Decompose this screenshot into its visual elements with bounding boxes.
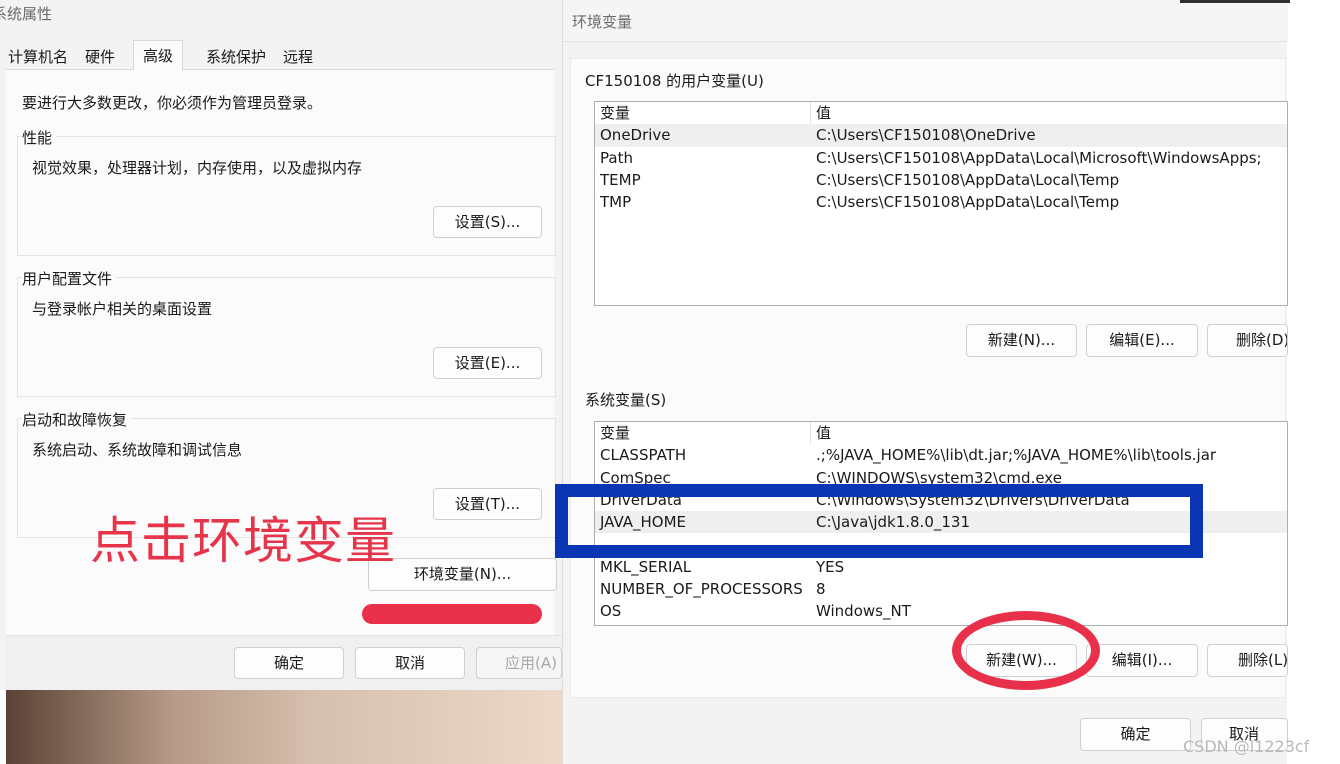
tab-remote[interactable]: 远程 (281, 44, 315, 70)
ok-button[interactable]: 确定 (234, 647, 344, 679)
dialog-title: 系统属性 (0, 5, 53, 23)
background-window-edge (1180, 0, 1290, 3)
variable-value: .;%JAVA_HOME%\lib\dt.jar;%JAVA_HOME%\lib… (816, 446, 1217, 465)
tab-computer-name[interactable]: 计算机名 (6, 44, 70, 70)
apply-button[interactable]: 应用(A) (476, 647, 562, 679)
system-variables-label: 系统变量(S) (585, 391, 667, 409)
list-row[interactable]: TEMP C:\Users\CF150108\AppData\Local\Tem… (595, 169, 1287, 191)
variable-value: YES (816, 557, 845, 576)
list-row[interactable]: NUMBER_OF_PROCESSORS 8 (595, 578, 1287, 600)
variable-name: MKL_SERIAL (600, 557, 692, 576)
user-profiles-settings-button[interactable]: 设置(E)... (433, 347, 542, 379)
variable-value: Windows_NT (816, 602, 911, 621)
variable-value: C:\Users\CF150108\AppData\Local\Temp (816, 170, 1120, 189)
column-header-value[interactable]: 值 (816, 422, 831, 444)
performance-group (17, 136, 556, 256)
startup-recovery-settings-button[interactable]: 设置(T)... (433, 488, 542, 520)
user-profiles-group (17, 277, 556, 397)
system-edit-button[interactable]: 编辑(I)... (1086, 644, 1198, 677)
variable-name: TEMP (600, 170, 641, 189)
variable-name: NUMBER_OF_PROCESSORS (600, 580, 803, 599)
column-header-variable[interactable]: 变量 (600, 422, 630, 444)
performance-group-title: 性能 (22, 127, 57, 148)
list-row[interactable]: MKL_SERIAL YES (595, 556, 1287, 578)
variable-value: C:\Users\CF150108\OneDrive (816, 126, 1036, 145)
user-variables-label: CF150108 的用户变量(U) (585, 72, 764, 90)
env-ok-button[interactable]: 确定 (1080, 718, 1191, 751)
variable-value: 8 (816, 580, 826, 599)
performance-settings-button[interactable]: 设置(S)... (433, 206, 542, 238)
instruction-annotation: 点击环境变量 (90, 512, 396, 570)
tab-strip: 计算机名 硬件 高级 系统保护 远程 (6, 40, 554, 71)
system-properties-dialog: 系统属性 计算机名 硬件 高级 系统保护 远程 要进行大多数更改，你必须作为管理… (0, 0, 562, 690)
list-row[interactable]: OS Windows_NT (595, 600, 1287, 622)
circle-marker (952, 611, 1100, 690)
column-header-value[interactable]: 值 (816, 102, 831, 124)
dialog-title: 环境变量 (572, 13, 633, 31)
tab-advanced[interactable]: 高级 (133, 40, 184, 71)
list-header: 变量 值 (595, 102, 1287, 124)
environment-variables-dialog: 环境变量 CF150108 的用户变量(U) 变量 值 OneDrive C:\… (562, 0, 1288, 764)
variable-name: Path (600, 148, 633, 167)
list-row[interactable]: Path C:\Users\CF150108\AppData\Local\Mic… (595, 147, 1287, 169)
tab-hardware[interactable]: 硬件 (83, 44, 117, 70)
variable-name: CLASSPATH (600, 446, 687, 465)
variable-name: OS (600, 602, 622, 621)
variable-name: OneDrive (600, 126, 671, 145)
list-row[interactable]: OneDrive C:\Users\CF150108\OneDrive (595, 124, 1287, 147)
admin-note: 要进行大多数更改，你必须作为管理员登录。 (22, 94, 323, 112)
performance-group-description: 视觉效果，处理器计划，内存使用，以及虚拟内存 (32, 159, 363, 177)
variable-value: C:\Users\CF150108\AppData\Local\Temp (816, 193, 1120, 212)
user-profiles-group-description: 与登录帐户相关的桌面设置 (32, 300, 213, 318)
variable-name: TMP (600, 193, 632, 212)
user-new-button[interactable]: 新建(N)... (966, 324, 1077, 357)
user-variables-list[interactable]: 变量 值 OneDrive C:\Users\CF150108\OneDrive… (594, 101, 1288, 306)
system-delete-button[interactable]: 删除(L) (1207, 644, 1288, 677)
tab-system-protection[interactable]: 系统保护 (204, 44, 268, 70)
list-row[interactable]: TMP C:\Users\CF150108\AppData\Local\Temp (595, 191, 1287, 213)
user-edit-button[interactable]: 编辑(E)... (1086, 324, 1198, 357)
underline-marker (362, 604, 542, 624)
user-profiles-group-title: 用户配置文件 (22, 268, 117, 289)
startup-recovery-group-title: 启动和故障恢复 (22, 409, 132, 430)
variable-value: C:\Users\CF150108\AppData\Local\Microsof… (816, 148, 1262, 167)
desktop-wallpaper (6, 690, 562, 764)
environment-variables-button[interactable]: 环境变量(N)... (368, 558, 557, 591)
watermark: CSDN @l1223cf (1183, 737, 1310, 756)
highlight-box (555, 484, 1203, 558)
column-header-variable[interactable]: 变量 (600, 102, 630, 124)
list-header: 变量 值 (595, 422, 1287, 444)
list-row[interactable]: CLASSPATH .;%JAVA_HOME%\lib\dt.jar;%JAVA… (595, 444, 1287, 466)
title-bar (563, 0, 1288, 42)
startup-recovery-group-description: 系统启动、系统故障和调试信息 (32, 441, 243, 459)
user-delete-button[interactable]: 删除(D) (1207, 324, 1288, 357)
cancel-button[interactable]: 取消 (355, 647, 465, 679)
